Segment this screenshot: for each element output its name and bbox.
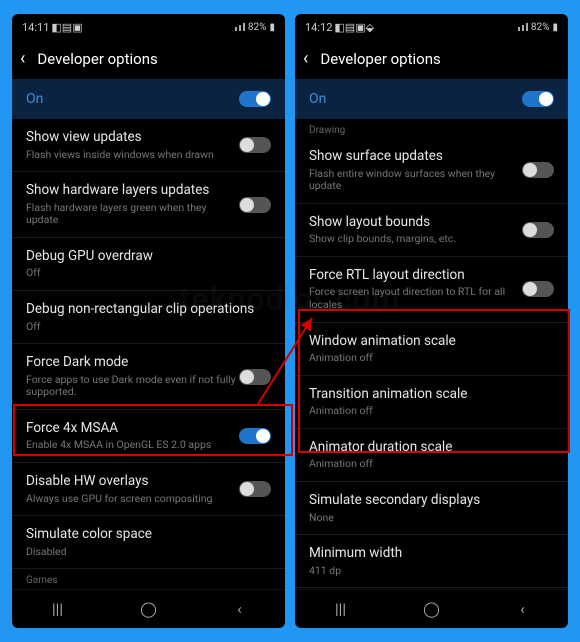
- statusbar: 14:11 ◧▤▣ 82%▮: [12, 14, 285, 38]
- toggle[interactable]: [239, 428, 271, 444]
- row-min-width[interactable]: Minimum width411 dp: [295, 535, 568, 588]
- row-force-rtl[interactable]: Force RTL layout directionForce screen l…: [295, 257, 568, 323]
- row-show-surface-updates[interactable]: Show surface updatesFlash entire window …: [295, 138, 568, 204]
- master-toggle[interactable]: [239, 91, 271, 107]
- row-debug-gpu-overdraw[interactable]: Debug GPU overdrawOff: [12, 238, 285, 291]
- row-debug-clip[interactable]: Debug non-rectangular clip operationsOff: [12, 291, 285, 344]
- page-title: Developer options: [320, 50, 440, 68]
- phone-right: 14:12 ◧▤▣⬙ 82%▮ ‹ Developer options On D…: [295, 14, 568, 628]
- row-simulate-color[interactable]: Simulate color spaceDisabled: [12, 516, 285, 569]
- status-battery: 82%: [531, 22, 550, 33]
- page-title: Developer options: [37, 50, 157, 68]
- toggle[interactable]: [239, 197, 271, 213]
- row-disable-hw-overlays[interactable]: Disable HW overlaysAlways use GPU for sc…: [12, 463, 285, 516]
- back-icon[interactable]: ‹: [303, 48, 308, 69]
- toggle[interactable]: [239, 369, 271, 385]
- toggle[interactable]: [239, 137, 271, 153]
- row-animator-duration[interactable]: Animator duration scaleAnimation off: [295, 429, 568, 482]
- toggle[interactable]: [522, 222, 554, 238]
- settings-list: Show view updatesFlash views inside wind…: [12, 119, 285, 589]
- settings-list: Drawing Show surface updatesFlash entire…: [295, 119, 568, 589]
- section-drawing: Drawing: [295, 119, 568, 138]
- row-force-dark[interactable]: Force Dark modeForce apps to use Dark mo…: [12, 344, 285, 410]
- navbar: ||| ◯ ‹: [295, 589, 568, 628]
- nav-recent-icon[interactable]: |||: [43, 600, 73, 618]
- toggle[interactable]: [239, 481, 271, 497]
- phone-left: 14:11 ◧▤▣ 82%▮ ‹ Developer options On Sh…: [12, 14, 285, 628]
- status-battery: 82%: [248, 22, 267, 33]
- status-time: 14:11: [22, 21, 49, 34]
- master-toggle-row[interactable]: On: [295, 79, 568, 119]
- nav-back-icon[interactable]: ‹: [508, 600, 538, 618]
- row-show-view-updates[interactable]: Show view updatesFlash views inside wind…: [12, 119, 285, 172]
- row-transition-anim[interactable]: Transition animation scaleAnimation off: [295, 376, 568, 429]
- nav-recent-icon[interactable]: |||: [326, 600, 356, 618]
- row-show-layout-bounds[interactable]: Show layout boundsShow clip bounds, marg…: [295, 204, 568, 257]
- on-label: On: [309, 91, 326, 107]
- row-cutout[interactable]: Simulate display with cutout: [295, 588, 568, 589]
- navbar: ||| ◯ ‹: [12, 589, 285, 628]
- row-force-4x-msaa[interactable]: Force 4x MSAAEnable 4x MSAA in OpenGL ES…: [12, 410, 285, 463]
- toggle[interactable]: [522, 162, 554, 178]
- master-toggle-row[interactable]: On: [12, 79, 285, 119]
- nav-home-icon[interactable]: ◯: [417, 600, 447, 618]
- nav-back-icon[interactable]: ‹: [225, 600, 255, 618]
- nav-home-icon[interactable]: ◯: [134, 600, 164, 618]
- row-simulate-secondary[interactable]: Simulate secondary displaysNone: [295, 482, 568, 535]
- status-time: 14:12: [305, 21, 332, 34]
- on-label: On: [26, 91, 43, 107]
- back-icon[interactable]: ‹: [20, 48, 25, 69]
- toggle[interactable]: [522, 281, 554, 297]
- row-show-hw-layers[interactable]: Show hardware layers updatesFlash hardwa…: [12, 172, 285, 238]
- master-toggle[interactable]: [522, 91, 554, 107]
- row-window-anim[interactable]: Window animation scaleAnimation off: [295, 323, 568, 376]
- header: ‹ Developer options: [295, 38, 568, 79]
- section-games: Games: [12, 569, 285, 588]
- header: ‹ Developer options: [12, 38, 285, 79]
- statusbar: 14:12 ◧▤▣⬙ 82%▮: [295, 14, 568, 38]
